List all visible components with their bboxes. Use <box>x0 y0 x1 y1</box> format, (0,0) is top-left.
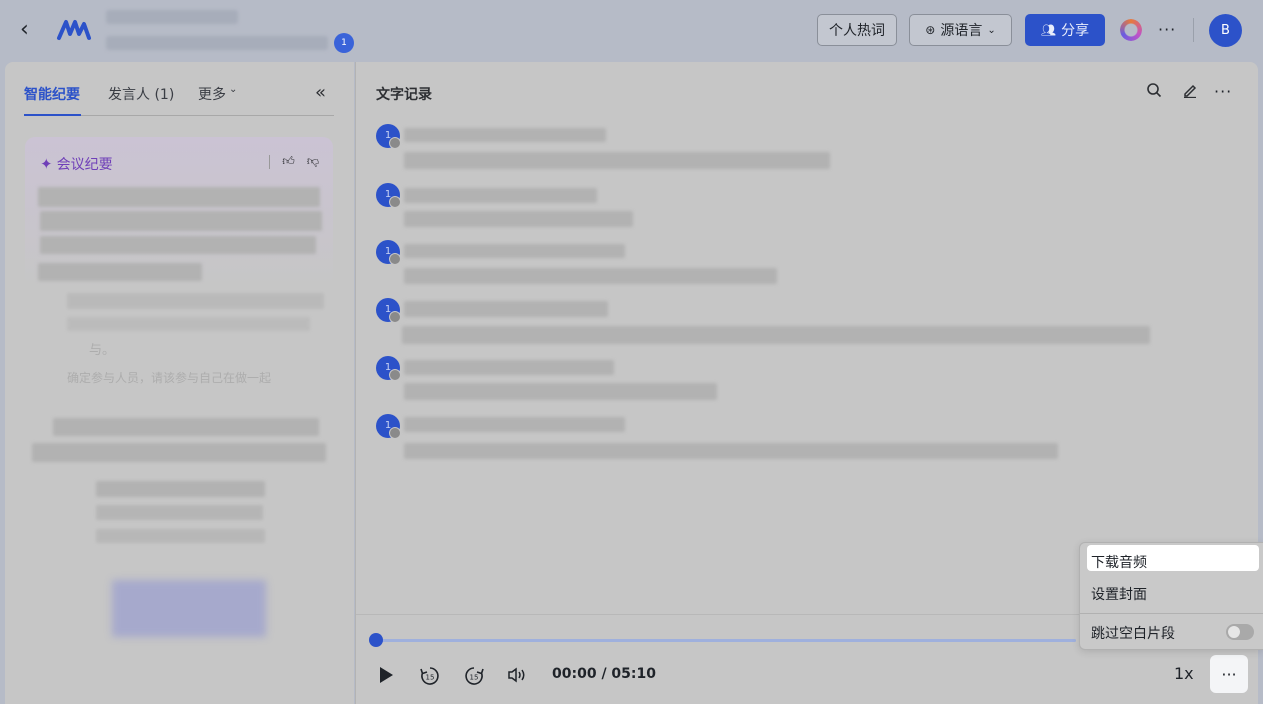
share-button[interactable]: 👥︎ 分享 <box>1025 14 1105 46</box>
summary-text-blurred <box>38 263 202 281</box>
thumbs-down-icon[interactable]: 👎︎ <box>307 154 319 169</box>
tab-smart-summary[interactable]: 智能纪要 <box>24 84 80 104</box>
transcript-text-blurred <box>402 326 1150 344</box>
collapse-panel-icon[interactable]: « <box>315 82 326 103</box>
top-bar: ‹ 1 个人热词 ⊛ 源语言 ⌄ 👥︎ 分享 ··· B <box>0 0 1263 62</box>
active-tab-indicator <box>24 114 81 116</box>
playback-time: 00:00 / 05:10 <box>552 666 656 682</box>
image-blurred <box>112 580 266 637</box>
summary-text-blurred <box>96 481 265 497</box>
chevron-down-icon: ⌄ <box>987 24 996 36</box>
speaker-avatar[interactable]: 1 <box>376 298 401 323</box>
summary-text-blurred <box>53 418 319 436</box>
speaker-name-blurred <box>404 417 625 432</box>
summary-text-blurred <box>38 187 320 207</box>
faint-text: 确定参与人员，请该参与自己在做一起 <box>67 371 272 385</box>
transcript-text-blurred <box>404 268 777 284</box>
more-icon[interactable]: ··· <box>1158 22 1176 38</box>
player-more-menu: 下载音频 设置封面 跳过空白片段 <box>1079 542 1263 650</box>
player-more-button[interactable]: ··· <box>1210 655 1248 693</box>
chevron-down-icon: ⌄ <box>229 84 238 95</box>
summary-card: ✦ 会议纪要 👍︎ 👎︎ <box>25 137 333 287</box>
summary-text-blurred <box>96 505 263 520</box>
feedback-actions: 👍︎ 👎︎ <box>269 154 319 169</box>
edit-icon[interactable] <box>1180 82 1200 102</box>
transcript-text-blurred <box>404 383 717 400</box>
menu-divider <box>1080 613 1263 614</box>
speaker-name-blurred <box>404 128 606 142</box>
transcript-title: 文字记录 <box>376 87 432 103</box>
playback-speed-button[interactable]: 1x <box>1174 664 1194 683</box>
volume-icon[interactable] <box>505 665 529 689</box>
transcript-text-blurred <box>404 152 830 169</box>
personal-hotwords-button[interactable]: 个人热词 <box>817 14 897 46</box>
faint-text: 与。 <box>89 343 116 358</box>
personal-hotwords-label: 个人热词 <box>829 23 885 39</box>
search-icon[interactable] <box>1144 82 1164 102</box>
speaker-name-blurred <box>404 188 597 203</box>
summary-text-blurred <box>67 317 310 331</box>
transcript-text-blurred <box>404 443 1058 459</box>
users-icon: 👥︎ <box>1040 23 1057 37</box>
speaker-avatar[interactable]: 1 <box>376 240 401 265</box>
speaker-avatar[interactable]: 1 <box>376 356 401 381</box>
source-language-label: 源语言 <box>940 23 983 39</box>
share-label: 分享 <box>1061 23 1090 39</box>
summary-text-blurred <box>67 293 324 309</box>
more-icon[interactable]: ··· <box>1214 84 1232 100</box>
progress-handle[interactable] <box>369 633 383 647</box>
summary-text-blurred <box>40 236 316 254</box>
speaker-name-blurred <box>404 244 625 258</box>
play-icon[interactable] <box>374 665 398 689</box>
summary-card-header: ✦ 会议纪要 <box>40 154 113 174</box>
progress-track[interactable] <box>376 639 1076 642</box>
avatar[interactable]: B <box>1209 14 1242 47</box>
tab-more[interactable]: 更多 ⌄ <box>198 84 237 104</box>
summary-text-blurred <box>32 443 326 462</box>
speaker-name-blurred <box>404 360 614 375</box>
forward-15-icon[interactable]: 15 <box>462 665 486 689</box>
rewind-15-label: 15 <box>426 674 435 682</box>
more-icon: ··· <box>1221 664 1237 684</box>
language-icon: ⊛ <box>925 23 936 37</box>
speaker-avatar[interactable]: 1 <box>376 414 401 439</box>
divider <box>269 154 271 169</box>
tab-speakers[interactable]: 发言人 (1) <box>108 84 174 104</box>
notification-badge[interactable]: 1 <box>334 33 354 53</box>
app-logo <box>56 16 92 44</box>
summary-text-blurred <box>40 211 322 231</box>
rewind-15-icon[interactable]: 15 <box>418 665 442 689</box>
divider <box>1193 18 1194 42</box>
ai-assistant-icon[interactable] <box>1120 19 1142 41</box>
speaker-avatar[interactable]: 1 <box>376 183 401 208</box>
speaker-name-blurred <box>404 301 608 317</box>
summary-text-blurred <box>96 529 265 543</box>
menu-item-skip-blank[interactable]: 跳过空白片段 <box>1091 623 1175 643</box>
menu-item-download-audio-label[interactable]: 下载音频 <box>1091 552 1147 572</box>
menu-item-set-cover[interactable]: 设置封面 <box>1091 584 1147 604</box>
meeting-subtitle-blurred <box>106 36 328 50</box>
summary-card-title: 会议纪要 <box>56 157 113 173</box>
forward-15-label: 15 <box>470 674 479 682</box>
meeting-title-blurred <box>106 10 238 24</box>
tab-more-label: 更多 <box>198 87 226 103</box>
thumbs-up-icon[interactable]: 👍︎ <box>282 154 295 169</box>
left-panel: 智能纪要 发言人 (1) 更多 ⌄ « ✦ 会议纪要 👍︎ 👎︎ 与。 确定参与… <box>5 62 354 704</box>
back-icon[interactable]: ‹ <box>20 18 40 42</box>
sparkle-icon: ✦ <box>40 155 53 173</box>
source-language-button[interactable]: ⊛ 源语言 ⌄ <box>909 14 1012 46</box>
speaker-avatar[interactable]: 1 <box>376 124 401 149</box>
skip-blank-toggle[interactable] <box>1226 624 1254 640</box>
transcript-text-blurred <box>404 211 633 227</box>
